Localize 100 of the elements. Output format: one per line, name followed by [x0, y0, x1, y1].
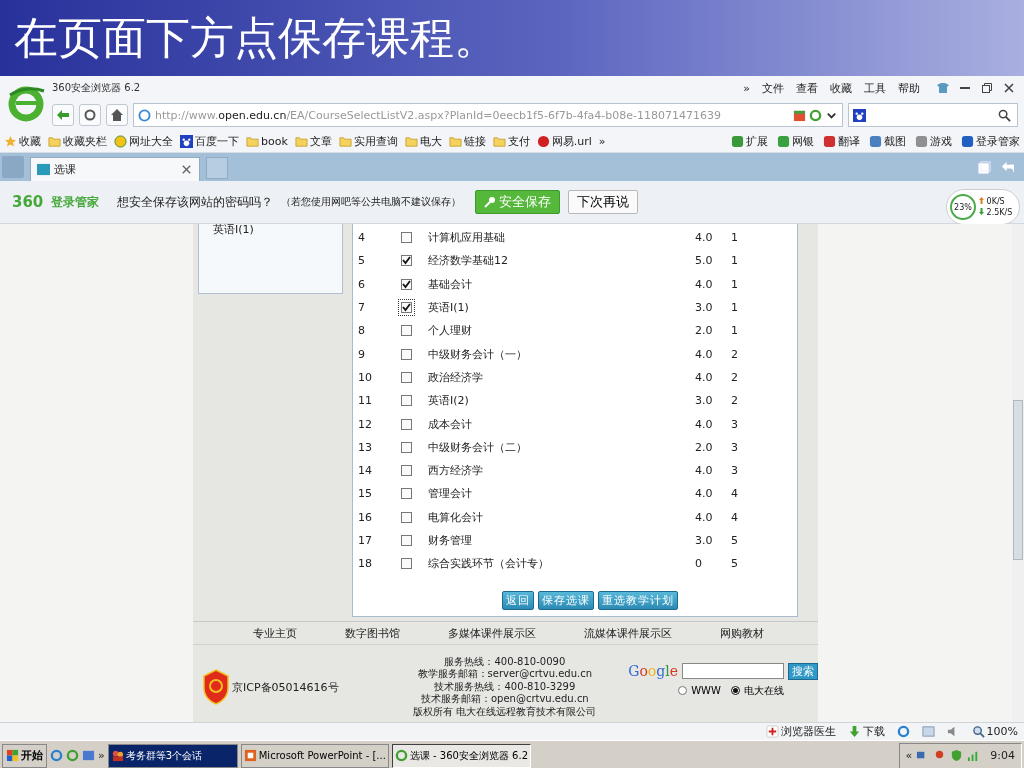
footer-link[interactable]: 数字图书馆 [345, 625, 400, 641]
menu-item[interactable]: 收藏 [830, 80, 852, 96]
start-button[interactable]: 开始 [2, 743, 47, 768]
slides-icon [243, 749, 257, 762]
course-semester: 1 [731, 254, 739, 268]
google-logo: Google [628, 663, 678, 679]
menu-item[interactable]: 文件 [762, 80, 784, 96]
course-credits: 2.0 [695, 324, 714, 338]
menu-item[interactable]: 查看 [796, 80, 818, 96]
contact-line: 版权所有 电大在线远程教育技术有限公司 [413, 705, 597, 719]
course-credits: 3.0 [695, 301, 714, 315]
desktop-icon[interactable] [82, 749, 95, 762]
download-button[interactable]: 下载 [847, 724, 885, 739]
taskbar-button[interactable]: Microsoft PowerPoint - [... [240, 743, 389, 768]
course-link[interactable]: 英语Ⅰ(1) [213, 223, 254, 236]
scope-option[interactable]: WWW [678, 683, 721, 698]
tray-expand[interactable]: « [905, 749, 913, 762]
course-semester: 3 [731, 440, 739, 454]
footer-link[interactable]: 流媒体课件展示区 [584, 625, 672, 641]
more-chevron[interactable]: » [98, 749, 105, 762]
contact-line: 服务热线：400-810-0090 [444, 655, 566, 669]
folder-icon [448, 134, 462, 148]
bookmark-item[interactable]: 链接 [448, 133, 486, 149]
search-input[interactable] [682, 663, 784, 679]
bookmark-item[interactable]: 文章 [294, 133, 332, 149]
footer-link[interactable]: 专业主页 [253, 625, 297, 641]
bookmark-item[interactable]: 实用查询 [338, 133, 398, 149]
menu-item[interactable]: 帮助 [898, 80, 920, 96]
course-credits: 4.0 [695, 231, 714, 245]
doctor-button[interactable]: 浏览器医生 [765, 724, 836, 739]
course-number: 14 [358, 464, 373, 478]
course-name: 个人理财 [428, 323, 473, 339]
course-checkbox[interactable] [398, 299, 415, 317]
emblem-icon [203, 669, 229, 705]
refresh-button[interactable] [79, 104, 101, 126]
taskbar-button[interactable]: 考务群等3个会话 [107, 743, 238, 768]
bookmark-item[interactable]: 收藏 [4, 133, 41, 149]
window-title: 360安全浏览器 6.2 [52, 81, 142, 95]
zoom-icon [971, 725, 985, 738]
star-icon [4, 134, 17, 148]
speed-widget[interactable]: 23% 0K/S 2.5K/S [946, 189, 1020, 225]
home-button[interactable] [106, 104, 128, 126]
bookmark-item[interactable]: 网址大全 [114, 133, 173, 149]
course-number: 4 [358, 231, 366, 245]
bookmark-item[interactable]: 电大 [404, 133, 442, 149]
upload-arrow-icon [979, 197, 984, 204]
bookmark-item[interactable]: 支付 [492, 133, 530, 149]
later-button[interactable]: 下次再说 [568, 190, 639, 214]
bookmark-item[interactable]: 百度一下 [180, 133, 239, 149]
course-semester: 3 [731, 417, 739, 431]
radio-button[interactable] [678, 686, 688, 695]
radio-button[interactable] [730, 686, 740, 695]
toolbar-item[interactable]: 扩展 [731, 133, 768, 149]
course-number: 12 [358, 417, 373, 431]
toolbar-item[interactable]: 翻译 [823, 133, 860, 149]
course-credits: 4.0 [695, 347, 714, 361]
course-name: 计算机应用基础 [428, 230, 506, 246]
scope-option[interactable]: 电大在线 [730, 683, 784, 698]
bookmark-item[interactable]: 收藏夹栏 [48, 133, 107, 149]
toolbar-item[interactable]: 登录管家 [961, 133, 1020, 149]
course-number: 15 [358, 487, 373, 501]
checkmark-icon [402, 303, 411, 313]
course-credits: 3.0 [695, 394, 714, 408]
folder-icon [246, 134, 259, 148]
address-field[interactable]: http://www.open.edu.cn/EA/CourseSelectListV2.aspx?PlanId=0eecb1f5-6f7b-4fa4-b08e-118071471639 [133, 103, 843, 127]
contact-line: 技术服务邮箱：open@crtvu.edu.cn [420, 693, 589, 706]
course-semester: 1 [731, 231, 739, 245]
search-field[interactable] [848, 103, 1018, 127]
home-icon [111, 109, 123, 121]
toolbar-item[interactable]: 网银 [777, 133, 814, 149]
app-icon [731, 134, 744, 148]
menu-item[interactable]: 工具 [864, 80, 886, 96]
course-number: 6 [358, 277, 366, 291]
icp-number: 京ICP备05014616号 [232, 679, 339, 695]
footer-link[interactable]: 多媒体课件展示区 [448, 625, 536, 641]
course-semester: 1 [731, 301, 739, 315]
course-credits: 0 [695, 557, 703, 571]
zoom-button[interactable]: 100% [971, 725, 1018, 738]
footer-link[interactable]: 网购教材 [720, 625, 764, 641]
close-icon[interactable] [180, 163, 193, 176]
browser-tab[interactable]: 选课 [30, 157, 200, 181]
toolbar-item[interactable]: 游戏 [915, 133, 952, 149]
more-bookmarks-chevron[interactable]: » [598, 134, 606, 148]
back-button[interactable] [52, 104, 74, 126]
taskbar-button[interactable]: 选课 - 360安全浏览器 6.2 [391, 743, 532, 768]
toolbar-item[interactable]: 截图 [869, 133, 906, 149]
bookmark-item[interactable]: book [246, 134, 288, 148]
course-name: 管理会计 [428, 486, 473, 502]
clock: 9:04 [990, 749, 1015, 762]
search-icon[interactable] [998, 108, 1011, 122]
scrollbar[interactable] [1012, 224, 1024, 722]
course-credits: 4.0 [695, 417, 714, 431]
course-checkbox[interactable] [398, 532, 415, 549]
bookmark-item[interactable]: 网易.url [536, 133, 592, 149]
folder-icon [492, 134, 506, 148]
course-number: 13 [358, 440, 373, 454]
brand-logo: 360 [12, 193, 44, 211]
more-menu-chevron[interactable]: » [743, 81, 750, 95]
course-credits: 4.0 [695, 277, 714, 291]
course-semester: 1 [731, 324, 739, 338]
